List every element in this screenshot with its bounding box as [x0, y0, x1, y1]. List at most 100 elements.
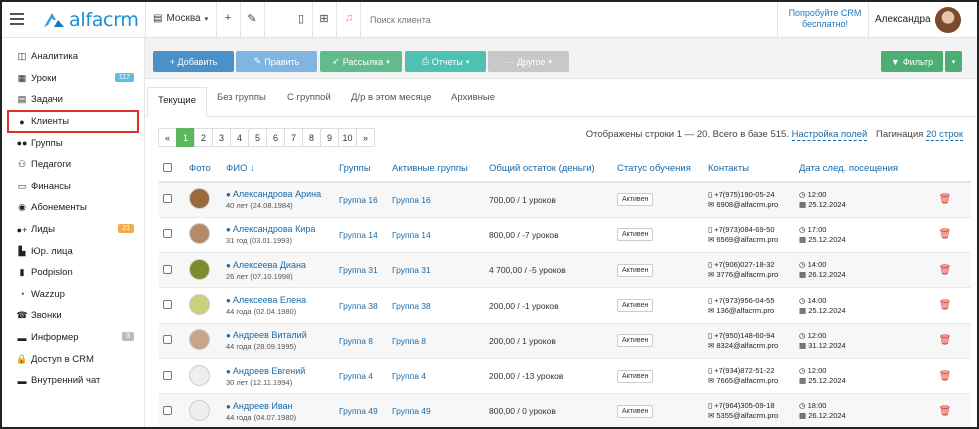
page-button[interactable]: 6 [266, 128, 285, 147]
col-name[interactable]: ФИО ↓ [222, 156, 335, 183]
active-group-link[interactable]: Группа 4 [392, 371, 426, 381]
client-name-link[interactable]: ● Алексеева Диана [226, 260, 335, 270]
sidebar-item[interactable]: ●● Группы [2, 132, 144, 154]
logo[interactable]: alfacrm [42, 9, 139, 31]
row-checkbox[interactable] [163, 335, 172, 345]
sidebar-item[interactable]: ▬ Информер 3 [2, 327, 144, 349]
sidebar-item[interactable]: ⚇ Педагоги [2, 154, 144, 176]
trash-icon[interactable]: 🗑 [939, 300, 952, 311]
search-input[interactable] [364, 9, 664, 31]
active-group-link[interactable]: Группа 31 [392, 265, 431, 275]
page-button[interactable]: 5 [248, 128, 267, 147]
client-name-link[interactable]: ● Алексеева Елена [226, 295, 335, 305]
sidebar-item[interactable]: ▙ Юр. лица [2, 240, 144, 262]
active-group-link[interactable]: Группа 8 [392, 336, 426, 346]
client-email[interactable]: 7665@alfacrm.pro [716, 376, 778, 385]
tab-birthday[interactable]: Д/р в этом месяце [351, 92, 431, 103]
client-photo[interactable] [189, 364, 210, 386]
client-email[interactable]: 5355@alfacrm.pro [716, 411, 778, 420]
trash-icon[interactable]: 🗑 [939, 229, 952, 240]
client-photo[interactable] [189, 258, 210, 280]
sidebar-item[interactable]: ●+ Лиды 21 [2, 219, 144, 241]
group-link[interactable]: Группа 49 [339, 406, 378, 416]
table-row[interactable]: ● Алексеева Диана 26 лет (07.10.1998) Групп… [159, 252, 971, 289]
filter-dropdown-button[interactable]: ▾ [945, 51, 962, 72]
trash-icon[interactable]: 🗑 [939, 335, 952, 346]
sidebar-item[interactable]: ▭ Финансы [2, 176, 144, 198]
client-phone[interactable]: +7(975)190-05-24 [714, 190, 774, 199]
sidebar-item[interactable]: ◫ Аналитика [2, 46, 144, 68]
trash-icon[interactable]: 🗑 [939, 265, 952, 276]
client-name-link[interactable]: ● Александрова Кира [226, 224, 335, 234]
client-email[interactable]: 6908@alfacrm.pro [716, 200, 778, 209]
group-link[interactable]: Группа 16 [339, 195, 378, 205]
client-photo[interactable] [189, 188, 210, 210]
row-checkbox[interactable] [163, 300, 172, 310]
mailing-button[interactable]: ➶ Рассылка ▾ [320, 51, 402, 72]
trash-icon[interactable]: 🗑 [939, 371, 952, 382]
group-link[interactable]: Группа 38 [339, 301, 378, 311]
sidebar-item[interactable]: ▮ Podpislon [2, 262, 144, 284]
client-name-link[interactable]: ● Андреев Виталий [226, 330, 335, 340]
client-name-link[interactable]: ● Александрова Арина [226, 189, 335, 199]
client-photo[interactable] [189, 399, 210, 421]
add-icon[interactable]: + [220, 12, 236, 24]
page-button[interactable]: 8 [302, 128, 321, 147]
filter-button[interactable]: ▼ Фильтр [881, 51, 943, 72]
sidebar-item[interactable]: ▬ Внутренний чат [2, 370, 144, 392]
col-photo[interactable]: Фото [185, 156, 222, 183]
table-row[interactable]: ● Александрова Кира 31 год (03.01.1993) Гру… [159, 217, 971, 254]
page-prev-button[interactable]: « [158, 128, 177, 147]
page-button[interactable]: 10 [338, 128, 357, 147]
col-status[interactable]: Статус обучения [613, 156, 704, 183]
sidebar-item[interactable]: 🔒 Доступ в CRM [2, 348, 144, 370]
client-email[interactable]: 3776@alfacrm.pro [716, 270, 778, 279]
table-row[interactable]: ● Александрова Арина 40 лет (24.08.1984) Гр… [159, 182, 971, 218]
table-row[interactable]: ● Андреев Виталий 44 года (28.09.1995) Груп… [159, 323, 971, 359]
avatar[interactable] [935, 7, 961, 33]
menu-icon[interactable] [10, 13, 24, 25]
active-group-link[interactable]: Группа 49 [392, 406, 431, 416]
page-button[interactable]: 4 [230, 128, 249, 147]
client-email[interactable]: 6569@alfacrm.pro [716, 235, 778, 244]
col-contacts[interactable]: Контакты [704, 156, 795, 183]
page-button[interactable]: 2 [194, 128, 213, 147]
page-next-button[interactable]: » [356, 128, 375, 147]
client-phone[interactable]: +7(973)084-69-50 [714, 225, 774, 234]
page-button[interactable]: 9 [320, 128, 339, 147]
group-link[interactable]: Группа 8 [339, 336, 373, 346]
client-name-link[interactable]: ● Андреев Иван [226, 401, 335, 411]
sidebar-item[interactable]: ◔ Wazzup [2, 284, 144, 306]
sidebar-item[interactable]: ▤ Задачи [2, 89, 144, 111]
cart-icon[interactable]: ⊞ [316, 12, 332, 25]
user-name[interactable]: Александра [875, 14, 931, 25]
row-checkbox[interactable] [163, 264, 172, 274]
wrench-icon[interactable]: ✎ [244, 12, 260, 25]
col-next-visit[interactable]: Дата след. посещения [795, 156, 915, 183]
client-photo[interactable] [189, 294, 210, 316]
table-row[interactable]: ● Алексеева Елена 44 года (02.04.1980) Груп… [159, 287, 971, 324]
trash-icon[interactable]: 🗑 [939, 406, 952, 417]
other-button[interactable]: ··· Другое ▾ [488, 51, 569, 72]
col-balance[interactable]: Общий остаток (деньги) [485, 156, 613, 183]
page-button[interactable]: 3 [212, 128, 231, 147]
client-phone[interactable]: +7(950)148-60-94 [714, 331, 774, 340]
group-link[interactable]: Группа 31 [339, 265, 378, 275]
tab-archive[interactable]: Архивные [451, 92, 495, 103]
add-button[interactable]: + Добавить [153, 51, 234, 72]
tab-current[interactable]: Текущие [147, 87, 207, 117]
group-link[interactable]: Группа 4 [339, 371, 373, 381]
tab-with-group[interactable]: С группой [287, 92, 331, 103]
page-button[interactable]: 1 [176, 128, 195, 147]
branch-select[interactable]: ▤ Москва ▾ [153, 13, 208, 24]
pagination-size-link[interactable]: 20 строк [925, 129, 963, 141]
select-all-checkbox[interactable] [163, 162, 172, 172]
tab-no-group[interactable]: Без группы [217, 92, 266, 103]
active-group-link[interactable]: Группа 14 [392, 230, 431, 240]
col-groups[interactable]: Группы [335, 156, 388, 183]
client-email[interactable]: 136@alfacrm.pro [716, 306, 774, 315]
client-phone[interactable]: +7(906)027-18-32 [714, 260, 774, 269]
sidebar-item[interactable]: ☎ Звонки [2, 305, 144, 327]
active-group-link[interactable]: Группа 16 [392, 195, 431, 205]
row-checkbox[interactable] [163, 229, 172, 239]
